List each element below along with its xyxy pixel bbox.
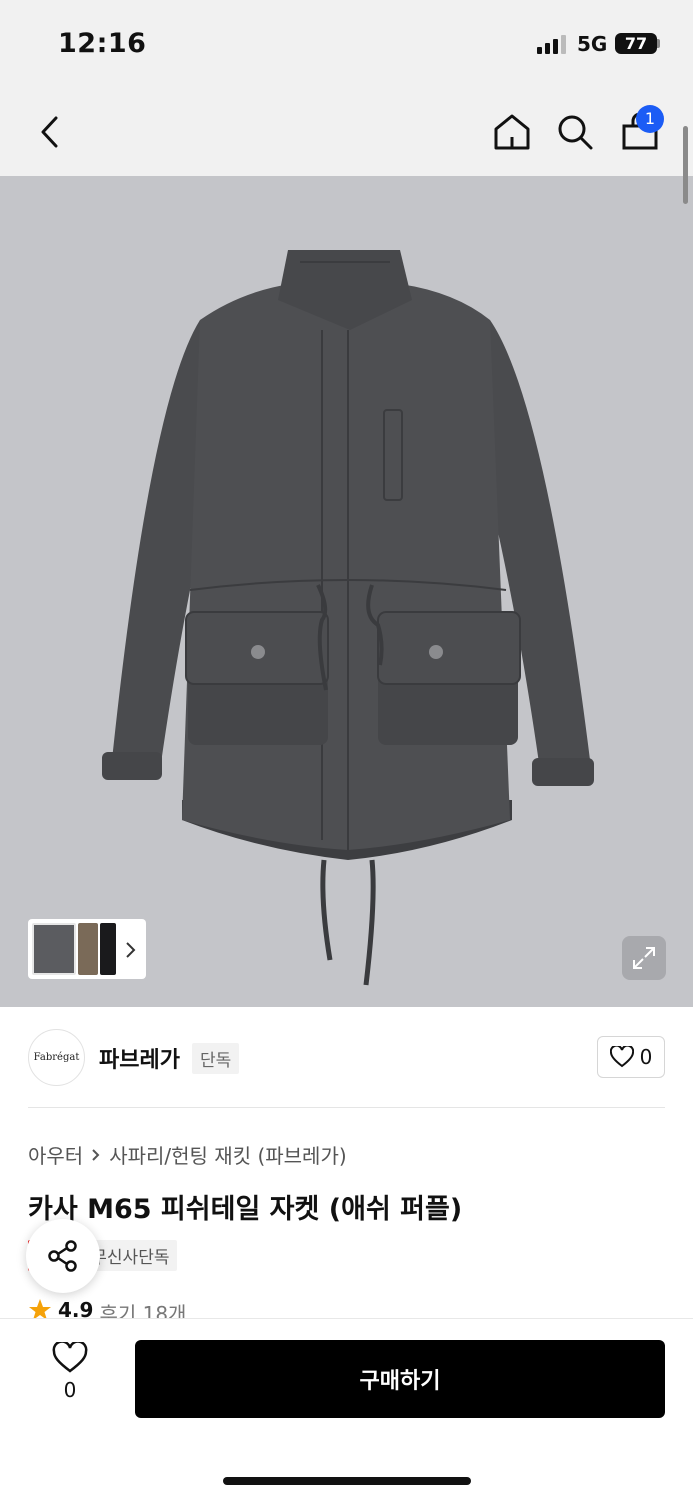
brand-exclusive-badge: 단독: [192, 1043, 240, 1074]
battery-cap: [657, 39, 660, 48]
network-type: 5G: [577, 32, 608, 56]
brand-like-count: 0: [639, 1045, 653, 1069]
search-icon: [558, 115, 593, 150]
rating-row[interactable]: 4.9 후기 18개: [28, 1298, 186, 1320]
heart-icon: [52, 1342, 88, 1373]
chevron-right-icon[interactable]: [124, 937, 138, 963]
thumbnail-ash-purple[interactable]: [32, 923, 76, 975]
review-count[interactable]: 후기 18개: [99, 1298, 186, 1320]
nav-bar: [0, 88, 693, 176]
cart-count-badge: 1: [636, 105, 664, 133]
divider: [28, 1107, 665, 1108]
search-button[interactable]: [547, 88, 603, 176]
chevron-right-icon: [92, 1148, 100, 1161]
home-icon: [494, 114, 530, 150]
status-bar: 12:16 5G 77: [0, 0, 693, 88]
brand-name[interactable]: 파브레가: [99, 1042, 180, 1074]
battery-icon: 77: [615, 33, 657, 54]
scroll-indicator: [683, 126, 688, 204]
thumbnail-brown[interactable]: [78, 923, 98, 975]
rating-score: 4.9: [58, 1298, 94, 1320]
back-button[interactable]: [22, 88, 78, 176]
breadcrumb-category[interactable]: 아우터: [28, 1140, 83, 1169]
home-indicator: [223, 1477, 471, 1485]
brand-like-button[interactable]: 0: [597, 1036, 665, 1078]
wishlist-button[interactable]: 0: [40, 1342, 100, 1414]
product-image[interactable]: [0, 176, 693, 1007]
share-icon: [48, 1240, 77, 1272]
brand-logo[interactable]: Fabrégat: [28, 1029, 85, 1086]
signal-icon: [537, 34, 567, 54]
chevron-left-icon: [41, 116, 58, 148]
status-time: 12:16: [58, 28, 147, 59]
breadcrumb: 아우터 사파리/헌팅 재킷 (파브레가): [28, 1140, 347, 1169]
product-title: 카사 M65 피쉬테일 자켓 (애쉬 퍼플): [28, 1194, 463, 1225]
home-button[interactable]: [484, 88, 540, 176]
buy-button[interactable]: 구매하기: [135, 1340, 665, 1418]
heart-icon: [609, 1046, 634, 1068]
breadcrumb-subcategory[interactable]: 사파리/헌팅 재킷 (파브레가): [109, 1140, 346, 1169]
expand-image-button[interactable]: [622, 936, 666, 980]
share-button[interactable]: [26, 1219, 100, 1293]
jacket-illustration: [102, 250, 594, 986]
expand-icon: [633, 947, 655, 969]
cart-button[interactable]: [612, 88, 668, 176]
star-icon: [29, 1299, 51, 1320]
thumbnail-black[interactable]: [100, 923, 116, 975]
wishlist-count: 0: [63, 1378, 77, 1402]
